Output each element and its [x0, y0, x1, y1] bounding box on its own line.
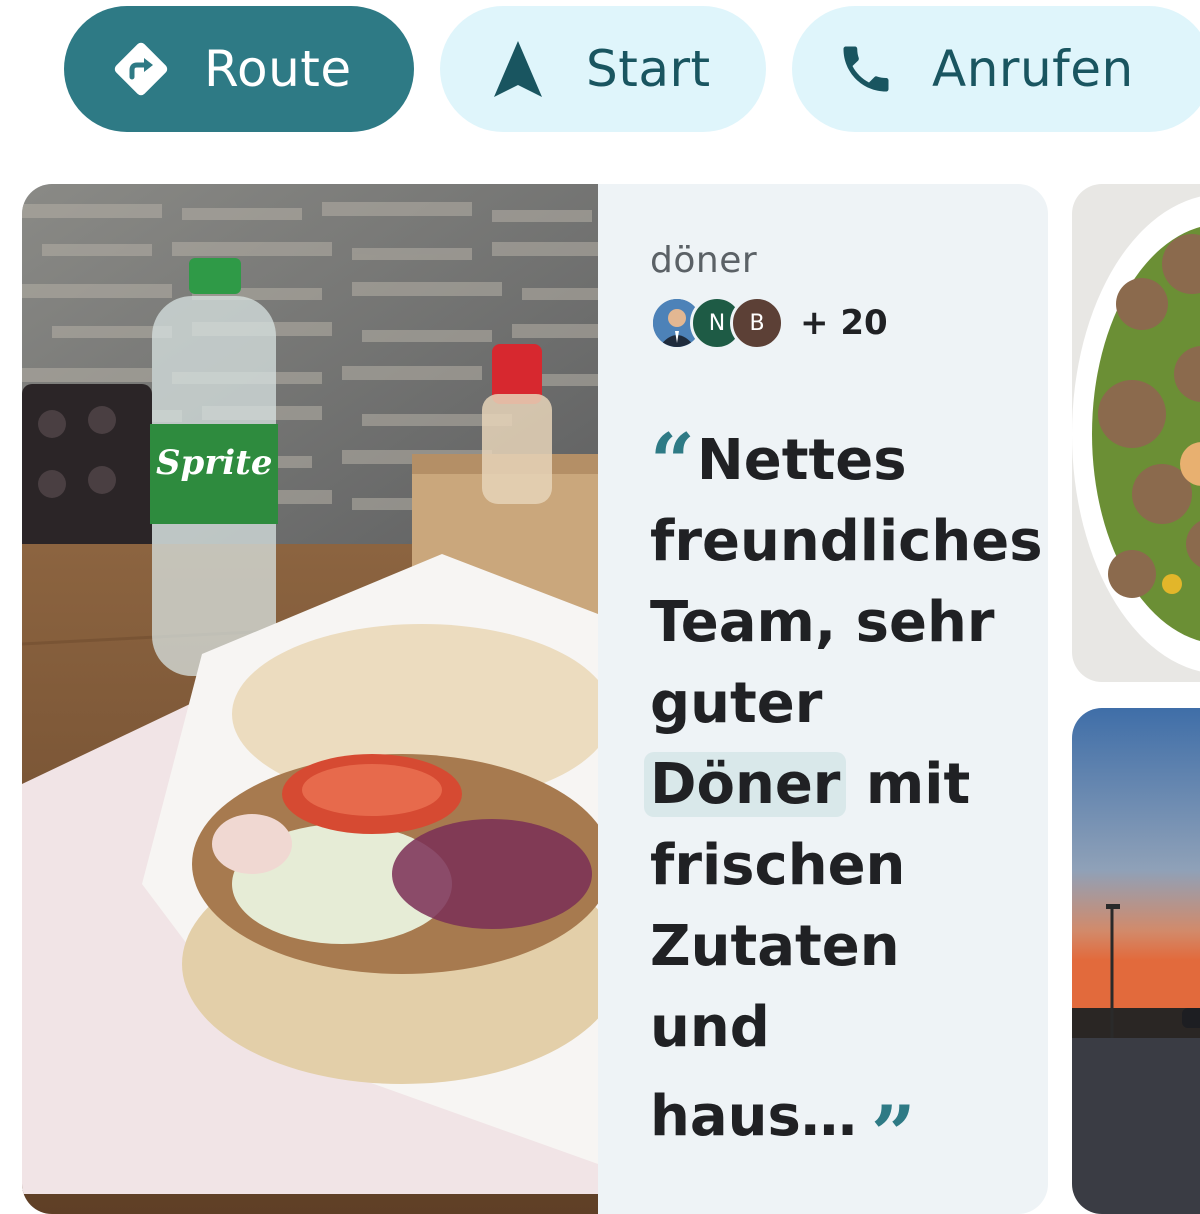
navigation-arrow-icon [492, 39, 544, 99]
phone-icon [836, 39, 896, 99]
doner-photo: Sprite [22, 184, 598, 1214]
svg-text:Sprite: Sprite [156, 443, 273, 483]
call-label: Anrufen [932, 40, 1134, 98]
start-label: Start [586, 40, 711, 98]
salad-photo[interactable] [1072, 184, 1200, 682]
quote-text: Nettes freundliches Team, sehr guter [650, 428, 1043, 736]
close-quote-icon: ” [870, 1089, 916, 1180]
sunset-photo[interactable] [1072, 708, 1200, 1214]
open-quote-icon: “ [650, 417, 695, 508]
dish-label: döner [650, 240, 758, 281]
start-button[interactable]: Start [440, 6, 766, 132]
directions-icon [108, 36, 174, 102]
keyword-highlight: Döner [644, 752, 847, 817]
route-label: Route [204, 40, 352, 98]
route-button[interactable]: Route [64, 6, 414, 132]
more-reviewers-count: + 20 [800, 303, 888, 343]
reviewer-avatars[interactable]: N B + 20 [650, 296, 888, 350]
avatar: B [730, 296, 784, 350]
review-quote: “Nettes freundliches Team, sehr guter Dö… [644, 412, 1043, 1175]
call-button[interactable]: Anrufen [792, 6, 1200, 132]
review-card[interactable]: Sprite döner N B + 20 “Nettes freundlich… [22, 184, 1048, 1214]
